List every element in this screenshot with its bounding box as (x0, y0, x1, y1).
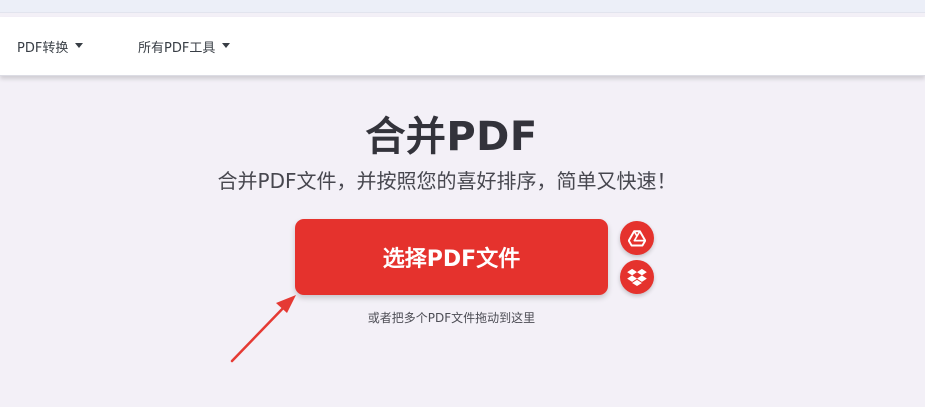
dropbox-icon (627, 268, 647, 286)
top-navbar: PDF转换 所有PDF工具 (0, 17, 925, 76)
select-pdf-files-button[interactable]: 选择PDF文件 (295, 219, 608, 295)
nav-item-label: PDF转换 (17, 40, 69, 56)
dropbox-button[interactable] (620, 260, 654, 294)
browser-top-strip (0, 0, 925, 13)
drop-files-hint: 或者把多个PDF文件拖动到这里 (367, 311, 536, 325)
caret-down-icon (75, 42, 84, 48)
google-drive-icon (628, 230, 646, 247)
nav-item-pdf-convert[interactable]: PDF转换 (17, 17, 84, 75)
page-subtitle: 合并PDF文件，并按照您的喜好排序，简单又快速！ (217, 169, 677, 193)
nav-item-label: 所有PDF工具 (138, 40, 216, 56)
page-title: 合并PDF (365, 114, 538, 160)
nav-item-all-pdf-tools[interactable]: 所有PDF工具 (138, 17, 231, 75)
caret-down-icon (222, 42, 231, 48)
google-drive-button[interactable] (620, 221, 654, 255)
select-pdf-files-label: 选择PDF文件 (382, 247, 521, 272)
